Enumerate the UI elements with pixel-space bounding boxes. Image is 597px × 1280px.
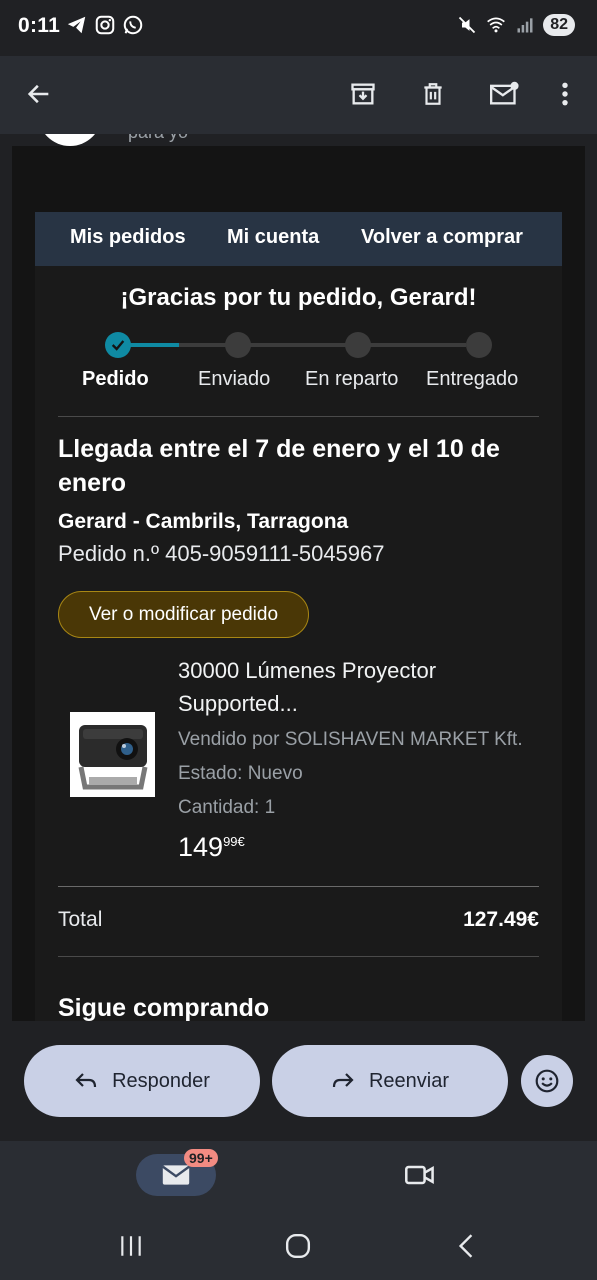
price-whole: 149 — [178, 832, 224, 862]
forward-icon — [332, 1073, 354, 1088]
smiley-icon — [535, 1069, 559, 1093]
view-modify-order-button[interactable]: Ver o modificar pedido — [58, 591, 309, 638]
product-quantity: Cantidad: 1 — [178, 797, 276, 818]
step-label-shipped: Enviado — [198, 368, 271, 390]
step-label-delivered: Entregado — [426, 368, 519, 390]
delete-button[interactable] — [409, 70, 457, 118]
nav-my-account[interactable]: Mi cuenta — [227, 226, 319, 249]
email-content: para yo Mis pedidos Mi cuenta Volver a c… — [0, 134, 597, 1021]
unread-badge: 99+ — [184, 1149, 218, 1167]
reply-button[interactable]: Responder — [24, 1045, 260, 1117]
product-seller: Vendido por SOLISHAVEN MARKET Kft. — [178, 729, 523, 750]
progress-track-remaining — [179, 343, 466, 347]
order-progress-tracker — [105, 332, 492, 358]
system-back-button[interactable] — [446, 1231, 486, 1261]
home-button[interactable] — [278, 1231, 318, 1261]
step-dot-out-for-delivery — [345, 332, 371, 358]
chevron-left-icon — [458, 1234, 473, 1258]
divider — [58, 416, 539, 417]
step-label-out-for-delivery: En reparto — [305, 368, 399, 390]
product-image[interactable] — [70, 712, 155, 797]
mark-unread-button[interactable] — [480, 70, 528, 118]
emoji-reaction-button[interactable] — [521, 1055, 573, 1107]
email-body: Mis pedidos Mi cuenta Volver a comprar ¡… — [12, 146, 585, 1021]
more-vert-icon — [562, 82, 568, 106]
sender-avatar[interactable] — [38, 134, 102, 146]
step-dot-delivered — [466, 332, 492, 358]
divider — [58, 956, 539, 957]
status-system-icons: 82 — [457, 14, 575, 36]
price-fraction: 99€ — [223, 834, 245, 849]
wifi-icon — [487, 17, 506, 33]
delivery-address: Gerard - Cambrils, Tarragona — [58, 510, 349, 533]
telegram-icon — [67, 16, 86, 34]
step-dot-ordered — [105, 332, 131, 358]
product-title[interactable]: 30000 Lúmenes Proyector Supported... — [178, 654, 548, 720]
email-navbar: Mis pedidos Mi cuenta Volver a comprar — [35, 212, 562, 266]
total-value: 127.49€ — [463, 908, 539, 931]
tab-meet[interactable] — [398, 1158, 442, 1192]
more-options-button[interactable] — [541, 70, 589, 118]
system-navigation-bar — [0, 1211, 597, 1280]
status-bar: 0:11 82 — [0, 0, 597, 56]
arrow-left-icon — [27, 84, 49, 104]
trash-icon — [424, 83, 442, 105]
projector-image — [78, 724, 147, 789]
archive-button[interactable] — [339, 70, 387, 118]
instagram-icon — [95, 15, 115, 35]
order-card: ¡Gracias por tu pedido, Gerard! Pedido E… — [35, 266, 562, 1021]
bottom-navigation: 99+ — [0, 1141, 597, 1211]
reply-icon — [75, 1073, 97, 1088]
forward-button[interactable]: Reenviar — [272, 1045, 508, 1117]
forward-label: Reenviar — [368, 1069, 450, 1092]
reply-label: Responder — [112, 1069, 210, 1092]
archive-icon — [351, 83, 375, 105]
mail-icon — [162, 1165, 190, 1185]
check-icon — [111, 340, 125, 351]
divider — [58, 886, 539, 887]
mute-icon — [459, 16, 476, 34]
keep-shopping-heading: Sigue comprando — [58, 994, 270, 1021]
video-camera-icon — [405, 1165, 434, 1185]
mail-unread-icon — [490, 81, 519, 105]
nav-my-orders[interactable]: Mis pedidos — [70, 226, 186, 249]
recent-apps-button[interactable] — [111, 1231, 151, 1261]
product-price: 14999€ — [178, 832, 245, 863]
status-time: 0:11 — [18, 14, 61, 37]
signal-icon — [517, 18, 533, 33]
step-dot-shipped — [225, 332, 251, 358]
recipient-label[interactable]: para yo — [128, 134, 188, 143]
status-notification-icons — [66, 14, 144, 36]
nav-buy-again[interactable]: Volver a comprar — [361, 226, 523, 249]
step-label-ordered: Pedido — [82, 368, 149, 390]
product-condition: Estado: Nuevo — [178, 763, 303, 784]
battery-level: 82 — [543, 14, 575, 36]
home-icon — [285, 1233, 311, 1259]
thanks-heading: ¡Gracias por tu pedido, Gerard! — [120, 284, 477, 311]
reply-action-bar: Responder Reenviar — [0, 1021, 597, 1141]
arrival-window: Llegada entre el 7 de enero y el 10 de e… — [58, 435, 500, 497]
recents-icon — [121, 1236, 141, 1256]
whatsapp-icon — [123, 15, 143, 35]
email-toolbar — [0, 56, 597, 134]
back-button[interactable] — [15, 70, 63, 118]
total-label: Total — [58, 908, 103, 931]
order-number: Pedido n.º 405-9059111-5045967 — [58, 541, 385, 566]
